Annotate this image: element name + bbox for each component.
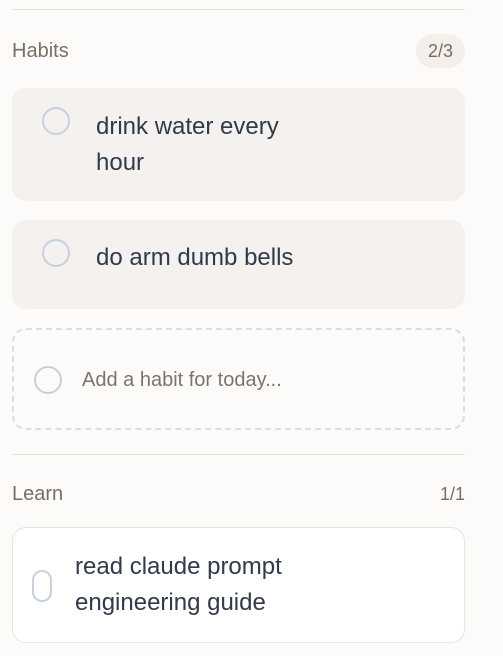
habit-item-label: drink water every hour <box>96 113 279 176</box>
top-divider <box>12 9 465 10</box>
learn-title: Learn <box>12 482 64 505</box>
unchecked-circle-icon[interactable] <box>42 107 70 135</box>
learn-item-label: read claude prompt engineering guide <box>75 553 282 616</box>
learn-count: 1/1 <box>439 484 465 504</box>
habits-title: Habits <box>12 39 69 62</box>
add-habit-row[interactable]: Add a habit for today... <box>12 328 465 430</box>
habit-item-label: do arm dumb bells <box>96 244 294 271</box>
habit-item-1[interactable]: drink water every hour <box>12 88 465 201</box>
daily-planner-panel: Habits 2/3 drink water every hour do arm… <box>0 0 503 656</box>
habits-header: Habits 2/3 <box>12 33 465 69</box>
section-divider <box>12 454 465 455</box>
learn-item-1[interactable]: read claude prompt engineering guide <box>12 527 465 643</box>
habit-item-2[interactable]: do arm dumb bells <box>12 220 465 309</box>
habits-count-badge: 2/3 <box>415 34 465 68</box>
add-habit-input[interactable]: Add a habit for today... <box>82 366 282 394</box>
pill-checkbox-icon[interactable] <box>32 570 52 602</box>
add-circle-icon <box>34 366 62 394</box>
unchecked-circle-icon[interactable] <box>42 239 70 267</box>
learn-header: Learn 1/1 <box>12 476 465 512</box>
